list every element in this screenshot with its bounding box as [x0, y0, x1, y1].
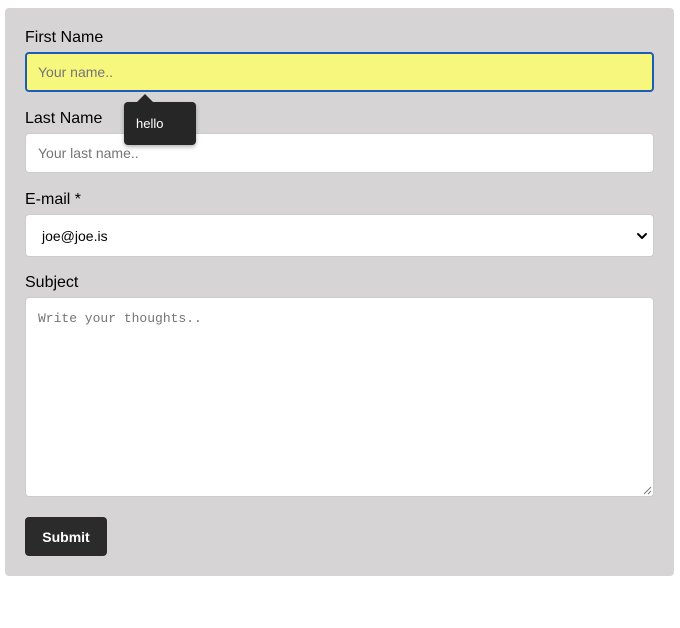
subject-textarea[interactable]: [25, 297, 654, 497]
subject-label: Subject: [25, 274, 79, 291]
tooltip-arrow: [137, 94, 153, 102]
submit-button[interactable]: Submit: [25, 517, 107, 556]
email-select[interactable]: joe@joe.is: [25, 214, 654, 257]
email-selected-value: joe@joe.is: [42, 228, 108, 244]
email-label: E-mail *: [25, 191, 82, 208]
resize-grip-icon[interactable]: [643, 486, 652, 495]
contact-form: First Name Last Name E-mail * joe@joe.is…: [5, 8, 674, 576]
first-name-label: First Name: [25, 29, 104, 46]
last-name-input[interactable]: [25, 133, 654, 173]
first-name-input[interactable]: [25, 52, 654, 92]
chevron-down-icon: [637, 233, 647, 239]
tooltip: hello: [124, 94, 196, 145]
last-name-label: Last Name: [25, 110, 103, 127]
tooltip-text: hello: [136, 116, 164, 131]
